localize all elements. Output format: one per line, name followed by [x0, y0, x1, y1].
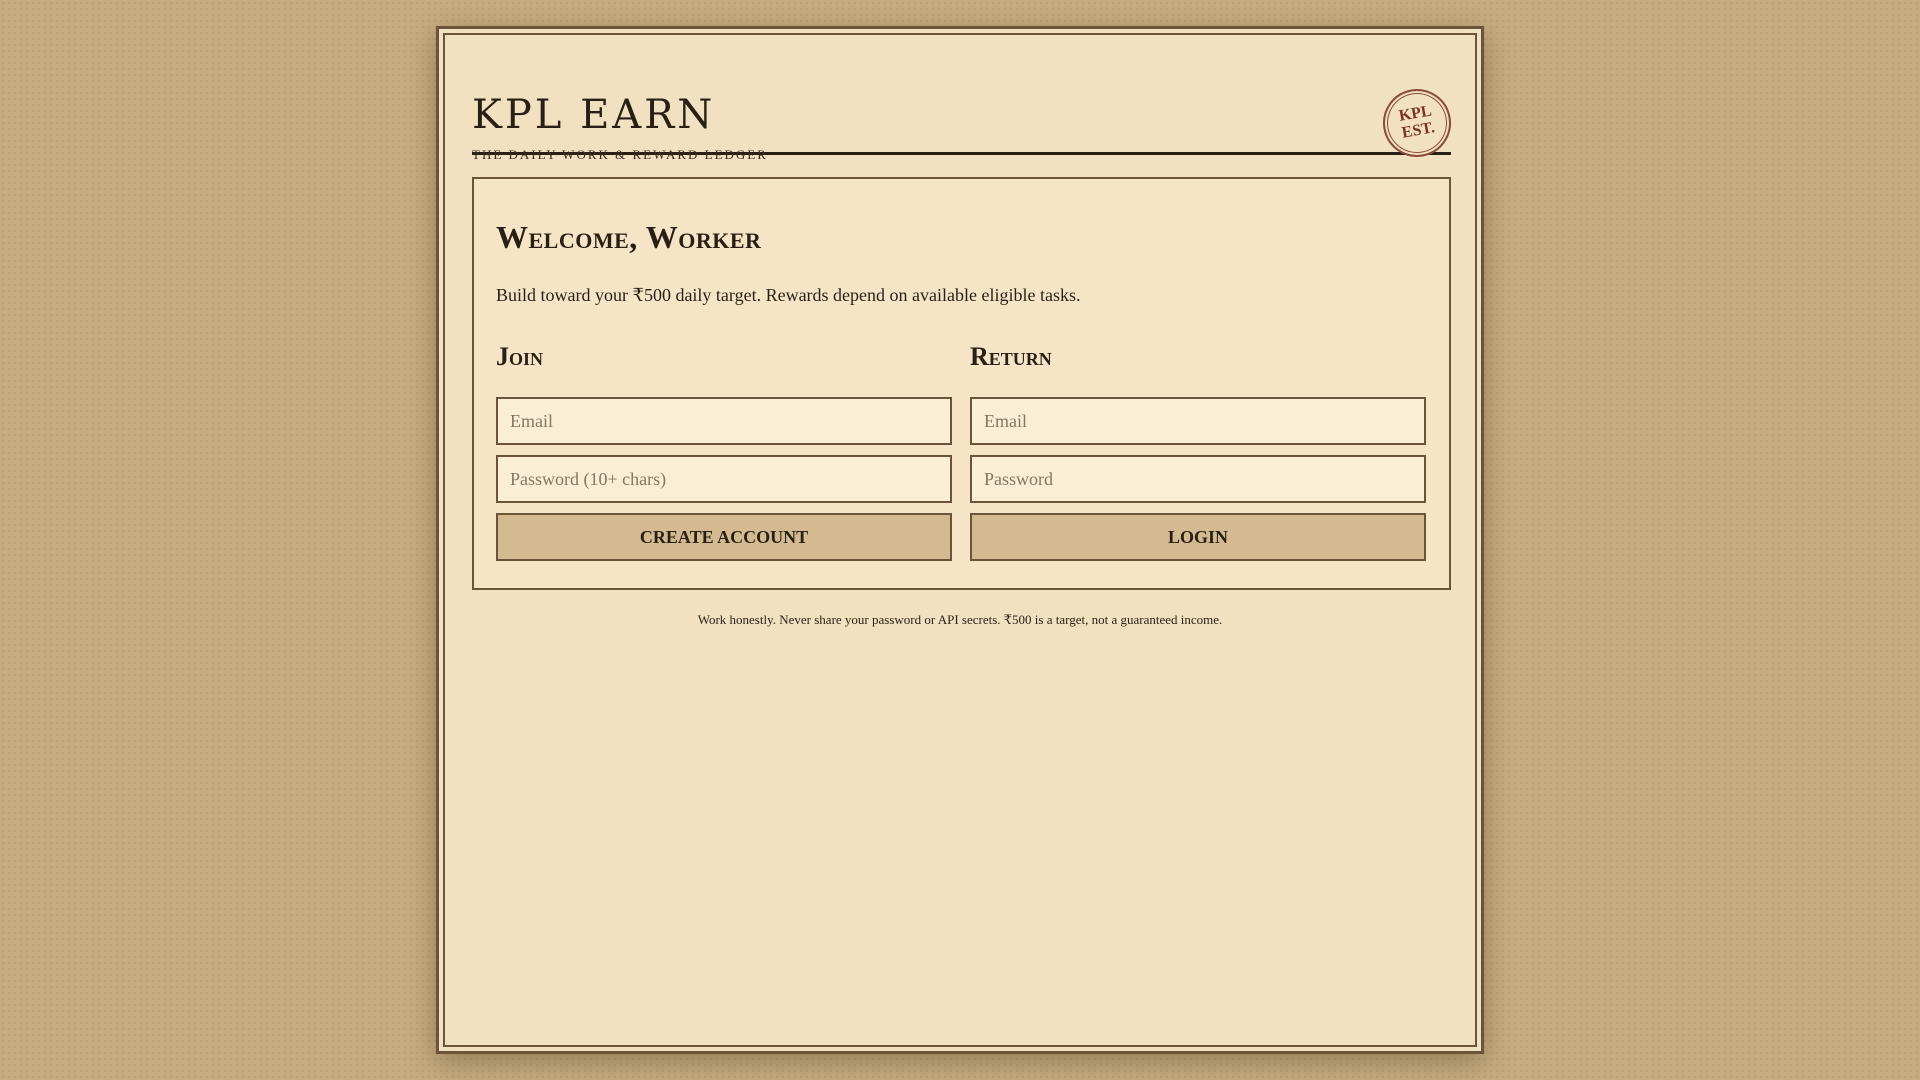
welcome-title: Welcome, Worker	[496, 219, 762, 255]
join-email-input[interactable]	[496, 397, 952, 445]
login-password-input[interactable]	[970, 455, 1426, 503]
join-section: Join CREATE ACCOUNT	[496, 339, 952, 561]
welcome-intro: Build toward your ₹500 daily target. Rew…	[496, 285, 1081, 305]
return-section: Return LOGIN	[970, 339, 1426, 561]
seal-line-2: EST.	[1400, 119, 1437, 142]
login-email-input[interactable]	[970, 397, 1426, 445]
auth-card: Welcome, Worker Build toward your ₹500 d…	[472, 177, 1451, 590]
footer-note: Work honestly. Never share your password…	[697, 612, 1223, 627]
join-password-input[interactable]	[496, 455, 952, 503]
ledger-page: KPL EARN THE DAILY WORK & REWARD LEDGER …	[436, 26, 1484, 1054]
join-heading: Join	[496, 342, 544, 371]
brand-subtitle: THE DAILY WORK & REWARD LEDGER	[472, 147, 768, 162]
masthead: KPL EARN THE DAILY WORK & REWARD LEDGER …	[472, 65, 1457, 163]
return-heading: Return	[970, 342, 1052, 371]
brand-title: KPL EARN	[472, 92, 716, 138]
create-account-button[interactable]: CREATE ACCOUNT	[496, 513, 952, 561]
login-button[interactable]: LOGIN	[970, 513, 1426, 561]
